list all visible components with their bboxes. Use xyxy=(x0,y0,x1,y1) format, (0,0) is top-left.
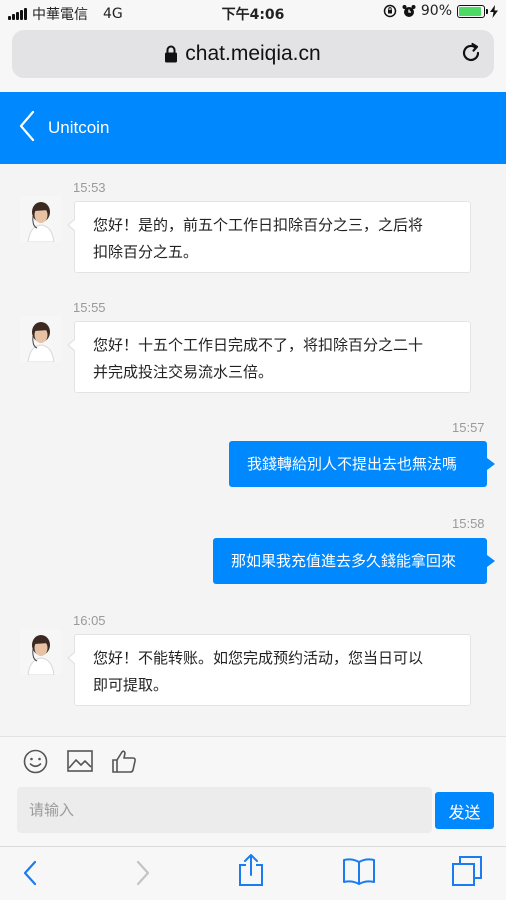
thumbs-up-icon[interactable] xyxy=(111,749,137,774)
message-time: 15:53 xyxy=(73,180,106,195)
address-bar[interactable]: chat.meiqia.cn xyxy=(12,30,494,78)
chat-header: Unitcoin xyxy=(0,92,506,164)
emoji-icon[interactable] xyxy=(23,749,48,774)
agent-message-bubble: 您好！不能转账。如您完成预约活动，您当日可以 即可提取。 xyxy=(67,634,471,706)
browser-bottom-bar xyxy=(0,846,506,900)
back-chevron-icon[interactable] xyxy=(18,110,36,142)
battery-icon xyxy=(457,4,488,18)
share-icon[interactable] xyxy=(238,853,264,887)
status-bar: 中華電信 4G 下午4:06 90% xyxy=(0,0,506,26)
tabs-icon[interactable] xyxy=(451,855,483,887)
message-time: 15:58 xyxy=(452,516,485,531)
agent-message-bubble: 您好！是的，前五个工作日扣除百分之三，之后将 扣除百分之五。 xyxy=(67,201,471,273)
charging-icon xyxy=(490,4,498,18)
battery-percent: 90% xyxy=(420,3,452,19)
composer: 发送 xyxy=(0,736,506,846)
browser-toolbar: chat.meiqia.cn xyxy=(0,26,506,92)
user-message-bubble: 那如果我充值進去多久錢能拿回來 xyxy=(213,538,495,584)
message-line: 并完成投注交易流水三倍。 xyxy=(93,363,274,381)
message-line: 您好！不能转账。如您完成预约活动，您当日可以 xyxy=(93,649,424,667)
message-time: 16:05 xyxy=(73,613,106,628)
url-text: chat.meiqia.cn xyxy=(185,42,321,65)
bookmarks-icon[interactable] xyxy=(342,857,376,885)
agent-avatar xyxy=(20,196,62,242)
browser-forward-icon[interactable] xyxy=(135,860,151,886)
message-input[interactable] xyxy=(17,787,432,833)
chat-title: Unitcoin xyxy=(48,118,110,137)
message-list[interactable]: 15:53 您好！是的，前五个工作日扣除百分之三，之后将 扣除百分之五。 15:… xyxy=(0,164,506,736)
message-line: 即可提取。 xyxy=(93,676,169,694)
browser-back-icon[interactable] xyxy=(22,860,38,886)
message-line: 您好！是的，前五个工作日扣除百分之三，之后将 xyxy=(93,216,424,234)
message-line: 那如果我充值進去多久錢能拿回來 xyxy=(231,552,457,570)
message-line: 扣除百分之五。 xyxy=(93,243,199,261)
message-line: 您好！十五个工作日完成不了，将扣除百分之二十 xyxy=(93,336,424,354)
send-button[interactable]: 发送 xyxy=(435,792,494,829)
agent-message-bubble: 您好！十五个工作日完成不了，将扣除百分之二十 并完成投注交易流水三倍。 xyxy=(67,321,471,393)
image-icon[interactable] xyxy=(67,749,93,773)
agent-avatar xyxy=(20,316,62,362)
reload-icon[interactable] xyxy=(460,42,482,64)
message-time: 15:57 xyxy=(452,420,485,435)
alarm-icon xyxy=(402,5,416,17)
message-line: 我錢轉給別人不提出去也無法嗎 xyxy=(247,455,458,473)
orientation-lock-icon xyxy=(383,4,397,18)
agent-avatar xyxy=(20,629,62,675)
message-time: 15:55 xyxy=(73,300,106,315)
status-right: 90% xyxy=(383,3,498,19)
user-message-bubble: 我錢轉給別人不提出去也無法嗎 xyxy=(229,441,495,487)
